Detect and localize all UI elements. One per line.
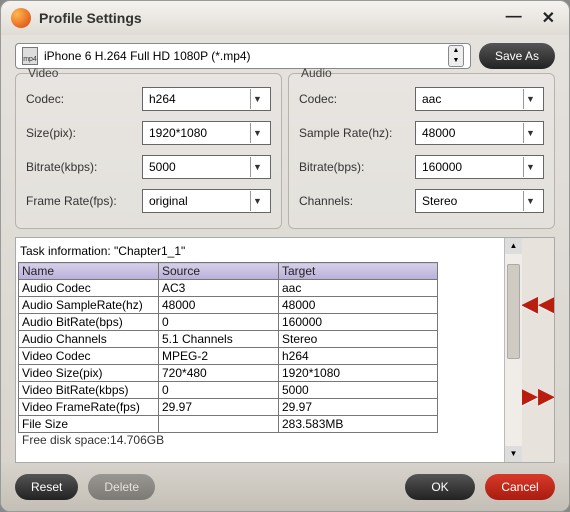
prev-icon[interactable]: ◀◀ [521, 291, 555, 317]
save-as-button[interactable]: Save As [479, 43, 555, 69]
table-row[interactable]: File Size283.583MB [19, 416, 438, 433]
chevron-down-icon: ▼ [523, 89, 537, 109]
app-icon [11, 8, 31, 28]
table-row[interactable]: Video BitRate(kbps)05000 [19, 382, 438, 399]
chevron-down-icon[interactable]: ▼ [449, 56, 463, 66]
chevron-down-icon: ▼ [250, 157, 264, 177]
audio-group: Audio Codec: aac ▼ Sample Rate(hz): 4800… [288, 73, 555, 229]
profile-select[interactable]: mp4 iPhone 6 H.264 Full HD 1080P (*.mp4)… [15, 43, 471, 69]
chevron-down-icon: ▼ [523, 191, 537, 211]
chevron-up-icon[interactable]: ▲ [449, 46, 463, 56]
audio-legend: Audio [297, 66, 336, 80]
col-source: Source [159, 263, 279, 280]
audio-sample-value: 48000 [422, 126, 455, 140]
video-codec-label: Codec: [26, 92, 136, 106]
window-title: Profile Settings [39, 10, 494, 26]
video-legend: Video [24, 66, 62, 80]
video-codec-select[interactable]: h264 ▼ [142, 87, 271, 111]
table-row[interactable]: Audio SampleRate(hz)4800048000 [19, 297, 438, 314]
audio-bitrate-value: 160000 [422, 160, 462, 174]
task-info-panel: Task information: "Chapter1_1" Name Sour… [15, 237, 555, 463]
audio-channels-label: Channels: [299, 194, 409, 208]
audio-codec-label: Codec: [299, 92, 409, 106]
chevron-down-icon: ▼ [250, 191, 264, 211]
profile-stepper[interactable]: ▲ ▼ [448, 45, 464, 67]
video-bitrate-value: 5000 [149, 160, 176, 174]
side-nav: ◀◀ ▶▶ [522, 238, 554, 462]
scroll-track[interactable] [505, 254, 522, 446]
chevron-down-icon: ▼ [523, 123, 537, 143]
table-row[interactable]: Audio CodecAC3aac [19, 280, 438, 297]
mp4-file-icon: mp4 [22, 47, 38, 65]
next-icon[interactable]: ▶▶ [521, 383, 555, 409]
ok-button[interactable]: OK [405, 474, 475, 500]
video-size-select[interactable]: 1920*1080 ▼ [142, 121, 271, 145]
audio-bitrate-select[interactable]: 160000 ▼ [415, 155, 544, 179]
delete-button: Delete [88, 474, 155, 500]
table-row[interactable]: Video CodecMPEG-2h264 [19, 348, 438, 365]
chevron-down-icon: ▼ [523, 157, 537, 177]
audio-sample-label: Sample Rate(hz): [299, 126, 409, 140]
task-table: Name Source Target Audio CodecAC3aac Aud… [18, 262, 438, 433]
audio-bitrate-label: Bitrate(bps): [299, 160, 409, 174]
minimize-button[interactable]: — [502, 8, 526, 28]
table-header-row: Name Source Target [19, 263, 438, 280]
video-size-label: Size(pix): [26, 126, 136, 140]
vertical-scrollbar[interactable]: ▲ ▼ [504, 238, 522, 462]
scroll-down-button[interactable]: ▼ [505, 446, 522, 462]
video-bitrate-select[interactable]: 5000 ▼ [142, 155, 271, 179]
titlebar: Profile Settings — ✕ [1, 1, 569, 35]
free-disk-space: Free disk space:14.706GB [18, 433, 504, 449]
task-info-label: Task information: "Chapter1_1" [18, 242, 504, 262]
video-codec-value: h264 [149, 92, 176, 106]
table-row[interactable]: Audio Channels5.1 ChannelsStereo [19, 331, 438, 348]
col-target: Target [279, 263, 438, 280]
video-size-value: 1920*1080 [149, 126, 207, 140]
scroll-thumb[interactable] [507, 264, 520, 359]
audio-codec-value: aac [422, 92, 441, 106]
video-fps-value: original [149, 194, 188, 208]
video-group: Video Codec: h264 ▼ Size(pix): 1920*1080… [15, 73, 282, 229]
audio-codec-select[interactable]: aac ▼ [415, 87, 544, 111]
cancel-button[interactable]: Cancel [485, 474, 555, 500]
audio-channels-select[interactable]: Stereo ▼ [415, 189, 544, 213]
table-row[interactable]: Video Size(pix)720*4801920*1080 [19, 365, 438, 382]
reset-button[interactable]: Reset [15, 474, 78, 500]
table-row[interactable]: Video FrameRate(fps)29.9729.97 [19, 399, 438, 416]
chevron-down-icon: ▼ [250, 123, 264, 143]
table-row[interactable]: Audio BitRate(bps)0160000 [19, 314, 438, 331]
audio-sample-select[interactable]: 48000 ▼ [415, 121, 544, 145]
audio-channels-value: Stereo [422, 194, 457, 208]
video-fps-select[interactable]: original ▼ [142, 189, 271, 213]
video-bitrate-label: Bitrate(kbps): [26, 160, 136, 174]
close-button[interactable]: ✕ [538, 8, 559, 28]
scroll-up-button[interactable]: ▲ [505, 238, 522, 254]
video-fps-label: Frame Rate(fps): [26, 194, 136, 208]
profile-select-value: iPhone 6 H.264 Full HD 1080P (*.mp4) [44, 49, 442, 63]
bottom-bar: Reset Delete OK Cancel [1, 463, 569, 511]
col-name: Name [19, 263, 159, 280]
chevron-down-icon: ▼ [250, 89, 264, 109]
